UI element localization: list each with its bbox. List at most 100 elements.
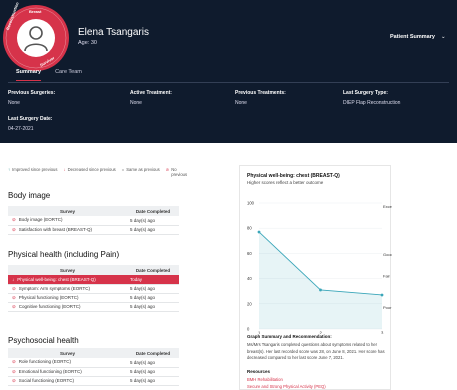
resource-link[interactable]: Secure and Strong Physical Activity (PEQ… [247,384,326,389]
survey-name: Cognitive functioning (EORTC) [18,303,81,309]
info-value: DIEP Flap Reconstruction [343,100,401,106]
ring-label-top: Breast [29,9,42,14]
table-row[interactable]: ⊘ Symptom: Arm symptoms (EORTC) 5 day(s) … [8,284,179,294]
info-value: None [8,100,20,106]
date-completed: 5 day(s) ago [127,216,179,226]
x-tick-label: 3 [381,331,384,335]
header-tabs: Summary Care Team [16,69,82,81]
legend-improved: ↑ Improved since previous [8,167,57,172]
y-tick-label: 60 [247,251,252,256]
tab-care-team[interactable]: Care Team [55,69,82,81]
info-value: None [130,100,142,106]
info-label: Active Treatment: [130,90,172,96]
band-label: Excellent [383,204,392,209]
table-row[interactable]: ⊘ Cognitive functioning (EORTC) 5 day(s) … [8,302,179,312]
info-label: Last Surgery Date: [8,116,53,122]
section-title-psychosocial-health: Psychosocial health [8,336,79,345]
survey-name: Symptom: Arm symptoms (EORTC) [18,285,90,291]
legend-label: Decreased since previous [67,167,116,172]
chart-panel: Physical well-being: chest (BREAST-Q) Hi… [239,165,392,390]
patient-name: Elena Tsangaris [78,27,149,38]
resources-title: Resources [247,369,271,374]
survey-name: Physical functioning (EORTC) [18,294,79,300]
legend-decreased: ↓ Decreased since previous [63,167,115,172]
no-previous-icon: ⊘ [12,294,16,300]
band-label: Fair [383,273,391,278]
table-row[interactable]: ⊘ Emotional functioning (EORTC) 5 day(s) … [8,367,179,377]
band-label: Good [383,252,392,257]
date-completed: 5 day(s) ago [127,284,179,294]
info-last-surgery-type: Last Surgery Type: DIEP Flap Reconstruct… [343,90,400,106]
legend-label: Same as previous [126,167,160,172]
patient-header: Breast Reconstruction Survivor Elena Tsa… [0,0,457,143]
data-point [380,293,384,297]
info-value: None [235,100,247,106]
y-tick-label: 20 [247,301,252,306]
survey-name: Role functioning (EORTC) [18,359,71,365]
table-row-selected[interactable]: ↓ Physical well-being: chest (BREAST-Q) T… [8,275,179,285]
section-title-physical-health: Physical health (including Pain) [8,250,120,259]
patient-summary-dropdown[interactable]: Patient Summary ⌄ [390,34,446,40]
column-header-survey: Survey [8,206,127,216]
dropdown-label: Patient Summary [390,34,435,40]
no-previous-icon: ⊘ [12,368,16,374]
graph-summary-title: Graph Summary and Recommendation: [247,334,332,339]
info-label: Previous Treatments: [235,90,286,96]
no-previous-icon: ⊘ [12,226,16,232]
survey-table-body-image: Survey Date Completed ⊘ Body image (EORTC)… [8,206,179,235]
info-previous-surgeries: Previous Surgeries: None [8,90,55,106]
trend-legend: ↑ Improved since previous ↓ Decreased sinc… [8,167,187,177]
column-header-survey: Survey [8,265,127,275]
table-row[interactable]: ⊘ Physical functioning (EORTC) 5 day(s) a… [8,293,179,303]
date-completed: 5 day(s) ago [127,293,179,303]
table-row[interactable]: ⊘ Role functioning (EORTC) 5 day(s) ago [8,358,179,368]
no-previous-icon: ⊘ [12,377,16,383]
info-label: Previous Surgeries: [8,90,56,96]
no-previous-icon: ⊘ [12,359,16,365]
survey-table-psychosocial-health: Survey Date Completed ⊘ Role functioning (… [8,348,179,386]
data-point [319,288,322,292]
table-row[interactable]: ⊘ Satisfaction with breast (BREAST-Q) 5 d… [8,225,179,235]
date-completed: 5 day(s) ago [127,358,179,368]
date-completed: 5 day(s) ago [127,376,179,386]
column-header-survey: Survey [8,348,127,358]
table-row[interactable]: ⊘ Social functioning (EORTC) 5 day(s) ago [8,376,179,386]
date-completed: 5 day(s) ago [127,367,179,377]
no-previous-icon: ⊘ [12,217,16,223]
tab-divider [8,82,449,83]
y-tick-label: 80 [247,226,252,231]
legend-label: Improved since previous [12,167,58,172]
info-previous-treatments: Previous Treatments: None [235,90,286,106]
survey-name: Social functioning (EORTC) [18,377,74,383]
legend-same: = Same as previous [122,167,160,172]
legend-no-previous: ⊘ No previous [166,167,187,177]
arrow-down-icon: ↓ [12,276,15,282]
info-last-surgery-date: Last Surgery Date: 04-27-2021 [8,116,52,132]
resource-link[interactable]: BMH Rehabilitation [247,377,283,382]
chevron-down-icon: ⌄ [440,34,446,40]
legend-label: previous [171,172,188,177]
band-label: Poor [383,305,392,310]
date-completed: Today [127,275,179,285]
y-tick-label: 0 [247,327,250,332]
tab-summary[interactable]: Summary [16,69,42,81]
info-label: Last Surgery Type: [343,90,388,96]
y-tick-label: 40 [247,276,252,281]
info-active-treatment: Active Treatment: None [130,90,172,106]
table-row[interactable]: ⊘ Body image (EORTC) 5 day(s) ago [8,216,179,226]
column-header-date: Date Completed [127,206,179,216]
user-icon [24,26,48,52]
y-tick-label: 100 [247,201,255,206]
survey-name: Satisfaction with breast (BREAST-Q) [18,226,93,232]
column-header-date: Date Completed [127,348,179,358]
arrow-down-icon: ↓ [63,167,66,172]
info-value: 04-27-2021 [8,126,34,132]
avatar: Breast Reconstruction Survivor [3,1,69,71]
no-previous-icon: ⊘ [12,303,16,309]
section-title-body-image: Body image [8,191,51,200]
patient-age: Age: 30 [78,40,97,46]
survey-table-physical-health: Survey Date Completed ↓ Physical well-bein… [8,265,179,312]
score-chart: 020406080100123ExcellentGoodFairPoor [247,201,392,335]
date-completed: 5 day(s) ago [127,302,179,312]
column-header-date: Date Completed [127,265,179,275]
